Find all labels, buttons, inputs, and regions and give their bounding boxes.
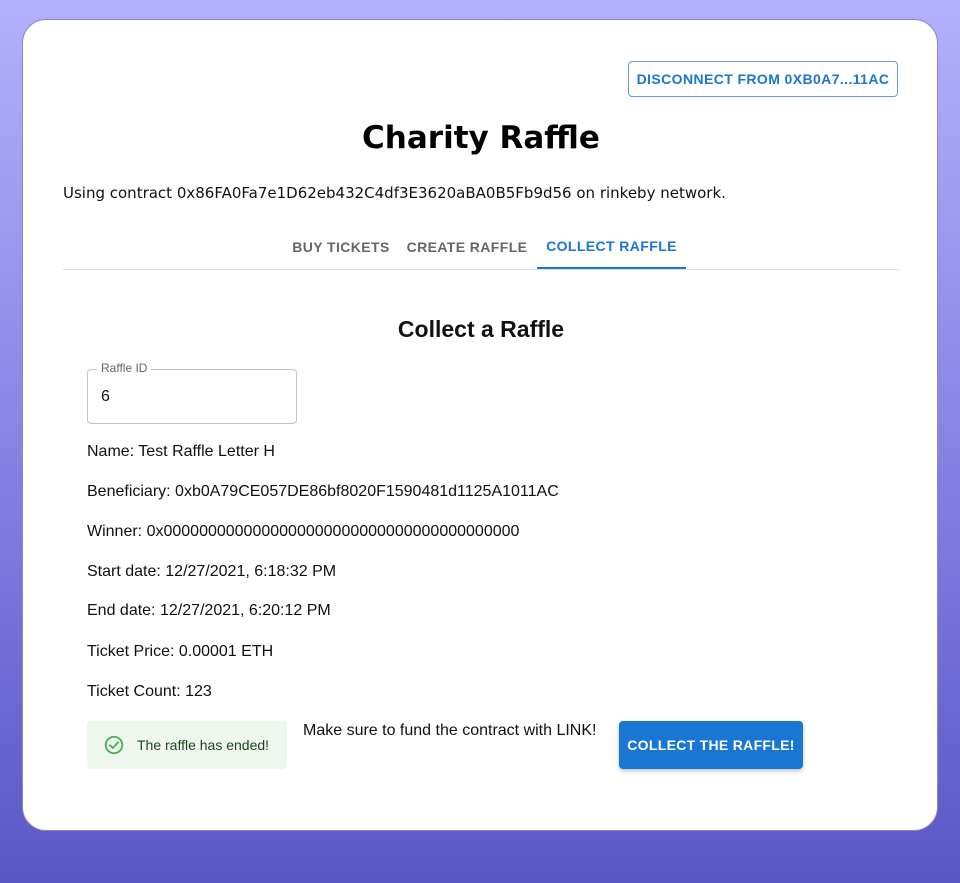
check-circle-outline-icon (104, 735, 124, 755)
tab-create-raffle[interactable]: CREATE RAFFLE (403, 224, 531, 269)
contract-info: Using contract 0x86FA0Fa7e1D62eb432C4df3… (63, 184, 726, 202)
fund-contract-note: Make sure to fund the contract with LINK… (303, 722, 597, 739)
raffle-end-date: End date: 12/27/2021, 6:20:12 PM (87, 602, 331, 619)
tab-collect-raffle[interactable]: COLLECT RAFFLE (537, 224, 686, 269)
raffle-start-date: Start date: 12/27/2021, 6:18:32 PM (87, 563, 337, 580)
main-card: DISCONNECT FROM 0XB0A7...11AC Charity Ra… (22, 19, 938, 831)
collect-raffle-button[interactable]: COLLECT THE RAFFLE! (619, 721, 803, 769)
ticket-count: Ticket Count: 123 (87, 683, 212, 700)
raffle-winner: Winner: 0x000000000000000000000000000000… (87, 523, 520, 540)
tab-bar: BUY TICKETS CREATE RAFFLE COLLECT RAFFLE (63, 224, 900, 270)
status-alert: The raffle has ended! (87, 721, 287, 769)
raffle-name: Name: Test Raffle Letter H (87, 443, 275, 460)
page-title: Charity Raffle (362, 120, 600, 156)
ticket-price: Ticket Price: 0.00001 ETH (87, 643, 274, 660)
raffle-beneficiary: Beneficiary: 0xb0A79CE057DE86bf8020F1590… (87, 483, 559, 500)
tab-buy-tickets[interactable]: BUY TICKETS (277, 224, 405, 269)
disconnect-button[interactable]: DISCONNECT FROM 0XB0A7...11AC (628, 61, 898, 97)
raffle-id-field[interactable]: Raffle ID 6 (87, 361, 297, 424)
raffle-id-label: Raffle ID (97, 361, 152, 375)
section-title: Collect a Raffle (397, 316, 565, 342)
raffle-id-value[interactable]: 6 (101, 388, 110, 406)
status-alert-text: The raffle has ended! (137, 737, 270, 753)
